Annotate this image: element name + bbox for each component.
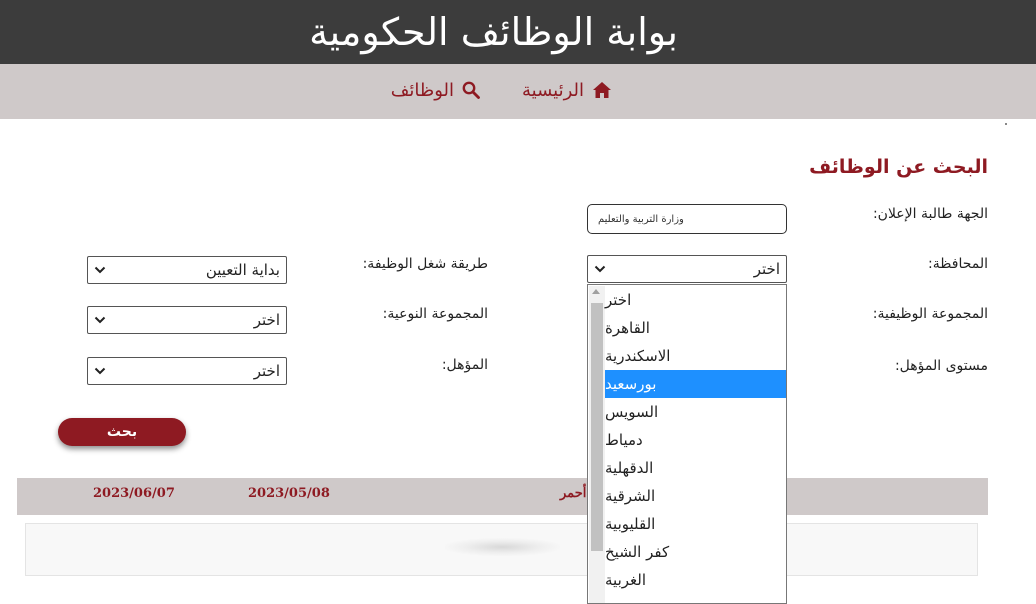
issuer-value: وزارة التربية والتعليم xyxy=(598,213,684,225)
chevron-down-icon xyxy=(94,316,106,324)
dropdown-option[interactable]: بورسعيد xyxy=(605,370,786,398)
qualification-label: المؤهل: xyxy=(441,357,488,373)
dropdown-option[interactable]: الشرقية xyxy=(605,482,786,510)
results-header-cell: 2023/05/08 xyxy=(248,486,330,501)
nav-jobs-link[interactable]: الوظائف xyxy=(391,76,480,104)
dropdown-option[interactable]: كفر الشيخ xyxy=(605,538,786,566)
search-heading: البحث عن الوظائف xyxy=(809,156,988,178)
governorate-label: المحافظة: xyxy=(928,256,988,272)
dropdown-option[interactable]: القليوبية xyxy=(605,510,786,538)
quality-group-label: المجموعة النوعية: xyxy=(382,306,488,322)
dropdown-option[interactable]: الغربية xyxy=(605,566,786,594)
search-icon xyxy=(462,81,480,99)
job-fill-method-label: طريقة شغل الوظيفة: xyxy=(362,256,488,272)
issuer-input[interactable]: وزارة التربية والتعليم xyxy=(587,204,787,234)
qualification-level-label: مستوى المؤهل: xyxy=(894,358,988,374)
quality-group-value: اختر xyxy=(253,311,280,329)
quality-group-select[interactable]: اختر xyxy=(87,306,287,334)
blurred-text xyxy=(445,538,560,556)
results-header-cell: أحمر xyxy=(560,486,587,501)
dropdown-option[interactable]: القاهرة xyxy=(605,314,786,342)
dropdown-scrollbar-thumb[interactable] xyxy=(591,303,603,551)
scroll-up-arrow-icon[interactable] xyxy=(592,289,600,294)
nav-home-label: الرئيسية xyxy=(522,79,584,101)
nav-home-link[interactable]: الرئيسية xyxy=(522,76,612,104)
qualification-select[interactable]: اختر xyxy=(87,357,287,385)
chevron-down-icon xyxy=(94,266,106,274)
governorate-select[interactable]: اختر xyxy=(587,255,787,283)
results-header-cell: 2023/06/07 xyxy=(93,486,175,501)
decorative-dot xyxy=(1005,123,1007,125)
issuer-label: الجهة طالبة الإعلان: xyxy=(872,206,988,222)
dropdown-option[interactable]: الدقهلية xyxy=(605,454,786,482)
governorate-dropdown-list[interactable]: اختر القاهرة الاسكندرية بورسعيد السويس دمياط ا… xyxy=(587,284,787,604)
dropdown-option[interactable]: دمياط xyxy=(605,426,786,454)
dropdown-option[interactable]: السويس xyxy=(605,398,786,426)
chevron-down-icon xyxy=(594,265,606,273)
qualification-value: اختر xyxy=(253,362,280,380)
nav-bar xyxy=(0,64,1036,119)
chevron-down-icon xyxy=(94,367,106,375)
dropdown-option[interactable]: الاسكندرية xyxy=(605,342,786,370)
job-fill-method-select[interactable]: بداية التعيين xyxy=(87,256,287,284)
job-fill-method-value: بداية التعيين xyxy=(205,261,280,279)
job-group-label: المجموعة الوظيفية: xyxy=(872,306,988,322)
site-title: بوابة الوظائف الحكومية xyxy=(309,10,678,54)
governorate-value: اختر xyxy=(753,260,780,278)
nav-jobs-label: الوظائف xyxy=(390,79,454,101)
dropdown-option[interactable]: اختر xyxy=(605,286,786,314)
search-button[interactable]: بحث xyxy=(58,418,186,446)
home-icon xyxy=(592,81,612,99)
